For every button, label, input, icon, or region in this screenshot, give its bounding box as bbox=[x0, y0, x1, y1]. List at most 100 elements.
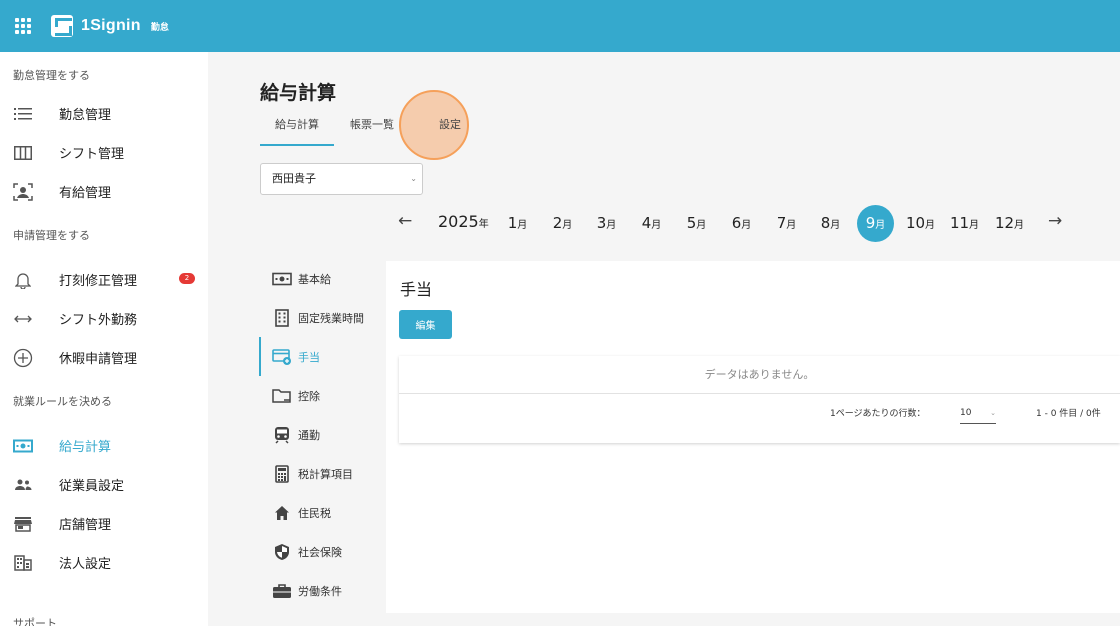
month-suffix: 月 bbox=[741, 220, 752, 231]
month-button-1[interactable]: 1月 bbox=[499, 205, 536, 242]
main-content: 給与計算 給与計算 帳票一覧 設定 西田貴子 ⌄ ← 2025年 1月 2月 3月 4… bbox=[208, 52, 1120, 626]
subnav-item-resident-tax[interactable]: 住民税 bbox=[259, 493, 386, 532]
sidebar-section-title: 申請管理をする bbox=[13, 229, 90, 242]
month-suffix: 月 bbox=[562, 220, 573, 231]
month-button-12[interactable]: 12月 bbox=[991, 205, 1028, 242]
month-suffix: 月 bbox=[786, 220, 797, 231]
subnav-item-tax-items[interactable]: 税計算項目 bbox=[259, 454, 386, 493]
employee-select-value: 西田貴子 bbox=[272, 172, 316, 185]
rows-per-page-select[interactable]: 10 ⌄ bbox=[960, 402, 996, 424]
subnav-label: 税計算項目 bbox=[298, 467, 353, 481]
month-button-11[interactable]: 11月 bbox=[946, 205, 983, 242]
edit-button[interactable]: 編集 bbox=[399, 310, 452, 339]
employee-select[interactable]: 西田貴子 ⌄ bbox=[260, 163, 423, 195]
month-number: 6 bbox=[731, 214, 742, 232]
chevron-down-icon: ⌄ bbox=[990, 409, 996, 417]
subnav-item-working-conditions[interactable]: 労働条件 bbox=[259, 571, 386, 610]
logo-mark-icon bbox=[51, 15, 73, 37]
year-label[interactable]: 2025年 bbox=[438, 212, 489, 231]
app-name: 1Signin bbox=[81, 17, 141, 34]
calculator-icon bbox=[272, 464, 292, 484]
arrow-right-icon[interactable]: → bbox=[1048, 211, 1062, 231]
swap-arrows-icon bbox=[13, 309, 33, 329]
top-bar: 1Signin 勤怠 bbox=[0, 0, 1120, 52]
columns-icon bbox=[13, 143, 33, 163]
rows-per-page-value: 10 bbox=[960, 408, 972, 418]
sidebar-item-punch-correction[interactable]: 打刻修正管理 2 bbox=[0, 260, 208, 299]
tab-reports[interactable]: 帳票一覧 bbox=[342, 110, 402, 146]
shield-icon bbox=[272, 542, 292, 562]
month-suffix: 月 bbox=[1014, 220, 1025, 231]
month-button-6[interactable]: 6月 bbox=[723, 205, 760, 242]
month-suffix: 月 bbox=[517, 220, 528, 231]
sidebar-item-label: 店舗管理 bbox=[59, 518, 112, 533]
office-building-icon bbox=[272, 308, 292, 328]
money-icon bbox=[13, 436, 33, 456]
app-logo[interactable]: 1Signin 勤怠 bbox=[51, 15, 169, 37]
sidebar-item-off-shift-work[interactable]: シフト外勤務 bbox=[0, 299, 208, 338]
sidebar-section-title: 就業ルールを決める bbox=[13, 395, 112, 408]
pagination-info: 1 - 0 件目 / 0件 bbox=[1036, 409, 1101, 419]
sidebar-item-attendance[interactable]: 勤怠管理 bbox=[0, 94, 208, 133]
subnav-item-fixed-overtime[interactable]: 固定残業時間 bbox=[259, 298, 386, 337]
allowance-table: データはありません。 1ページあたりの行数： 10 ⌄ 1 - 0 件目 / 0… bbox=[399, 356, 1120, 443]
subnav-item-commute[interactable]: 通勤 bbox=[259, 415, 386, 454]
people-icon bbox=[13, 475, 33, 495]
subnav-label: 基本給 bbox=[298, 272, 331, 286]
cash-icon bbox=[272, 269, 292, 289]
train-icon bbox=[272, 425, 292, 445]
month-button-5[interactable]: 5月 bbox=[678, 205, 715, 242]
sidebar-section-title: サポート bbox=[13, 617, 57, 626]
subnav-item-deduction[interactable]: 控除 bbox=[259, 376, 386, 415]
month-button-10[interactable]: 10月 bbox=[902, 205, 939, 242]
month-number: 5 bbox=[686, 214, 697, 232]
subnav-label: 控除 bbox=[298, 389, 320, 403]
month-button-4[interactable]: 4月 bbox=[633, 205, 670, 242]
sidebar-item-label: 打刻修正管理 bbox=[59, 274, 138, 289]
sidebar-item-payroll[interactable]: 給与計算 bbox=[0, 426, 208, 465]
rows-per-page-label: 1ページあたりの行数： bbox=[830, 409, 926, 419]
sidebar-item-store-management[interactable]: 店舗管理 bbox=[0, 504, 208, 543]
subnav-item-base-salary[interactable]: 基本給 bbox=[259, 259, 386, 298]
card-plus-icon bbox=[272, 347, 292, 367]
sidebar-item-corporate-settings[interactable]: 法人設定 bbox=[0, 543, 208, 582]
panel-title: 手当 bbox=[400, 280, 433, 299]
list-icon bbox=[13, 104, 33, 124]
month-button-3[interactable]: 3月 bbox=[588, 205, 625, 242]
arrow-left-icon[interactable]: ← bbox=[398, 211, 412, 231]
sidebar-item-leave-request[interactable]: 休暇申請管理 bbox=[0, 338, 208, 377]
subnav-label: 社会保険 bbox=[298, 545, 342, 559]
sidebar-item-label: 休暇申請管理 bbox=[59, 352, 138, 367]
tab-settings[interactable]: 設定 bbox=[420, 110, 480, 146]
chevron-down-icon: ⌄ bbox=[410, 174, 417, 183]
sidebar-item-paid-leave[interactable]: 有給管理 bbox=[0, 172, 208, 211]
month-suffix: 月 bbox=[875, 220, 886, 231]
building-icon bbox=[13, 553, 33, 573]
month-number: 1 bbox=[507, 214, 518, 232]
month-number: 3 bbox=[596, 214, 607, 232]
month-button-2[interactable]: 2月 bbox=[544, 205, 581, 242]
month-suffix: 月 bbox=[696, 220, 707, 231]
person-frame-icon bbox=[13, 182, 33, 202]
subnav-item-allowance[interactable]: 手当 bbox=[259, 337, 386, 376]
subnav-item-social-insurance[interactable]: 社会保険 bbox=[259, 532, 386, 571]
month-suffix: 月 bbox=[830, 220, 841, 231]
sidebar-item-shift[interactable]: シフト管理 bbox=[0, 133, 208, 172]
month-number: 9 bbox=[865, 214, 876, 232]
apps-grid-icon[interactable] bbox=[15, 18, 31, 34]
subnav-label: 通勤 bbox=[298, 428, 320, 442]
tab-payroll[interactable]: 給与計算 bbox=[260, 110, 334, 146]
subnav-label: 固定残業時間 bbox=[298, 311, 364, 325]
month-button-8[interactable]: 8月 bbox=[812, 205, 849, 242]
home-icon bbox=[272, 503, 292, 523]
plus-circle-icon bbox=[13, 348, 33, 368]
sidebar-item-employee-settings[interactable]: 従業員設定 bbox=[0, 465, 208, 504]
sidebar-item-label: 従業員設定 bbox=[59, 479, 125, 494]
empty-message: データはありません。 bbox=[399, 356, 1120, 394]
year-value: 2025 bbox=[438, 212, 479, 231]
sidebar-item-label: シフト外勤務 bbox=[59, 313, 138, 328]
month-button-9[interactable]: 9月 bbox=[857, 205, 894, 242]
month-button-7[interactable]: 7月 bbox=[768, 205, 805, 242]
month-navigator: ← 2025年 1月 2月 3月 4月 5月 6月 7月 8月 9月 10月 11月 12月 → bbox=[398, 203, 1078, 243]
payroll-subnav: 基本給 固定残業時間 手当 控除 通勤 税計算項目 住民税 社会保険 労働条件 bbox=[259, 259, 386, 610]
